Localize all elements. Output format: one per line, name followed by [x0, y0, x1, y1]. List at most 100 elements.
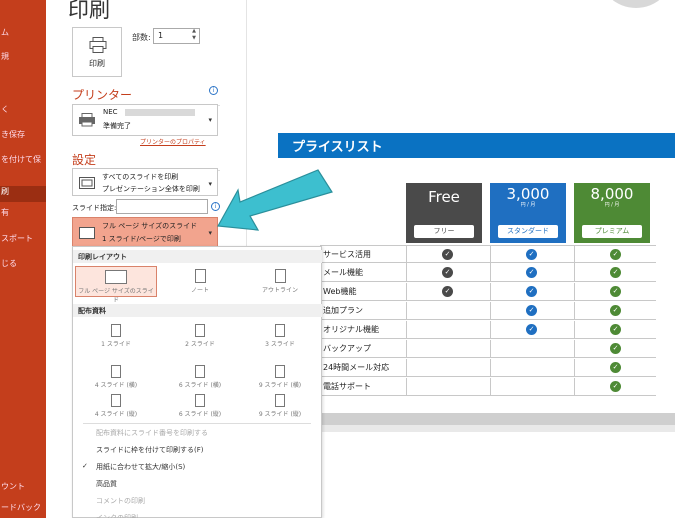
copies-spinner[interactable]: ▲ ▼	[188, 28, 200, 44]
print-layout-line2: 1 スライド/ページで印刷	[102, 235, 181, 243]
feature-label: オリジナル機能	[323, 325, 379, 334]
option-label: 6 スライド (縦)	[178, 411, 222, 418]
check-icon: ✓	[610, 267, 621, 278]
slide-spec-input[interactable]	[116, 199, 208, 214]
check-icon: ✓	[526, 324, 537, 335]
option-label: 9 スライド (縦)	[258, 411, 302, 418]
check-icon: ✓	[442, 249, 453, 260]
option-notes[interactable]: ノート	[159, 266, 241, 297]
full-page-slide-icon	[79, 227, 95, 239]
handout-option[interactable]: 9 スライド (横)	[239, 363, 321, 393]
print-button[interactable]: 印刷	[72, 27, 122, 77]
redacted-printer-name	[125, 109, 195, 116]
slide-footer-band	[268, 413, 675, 425]
menu-option-label: 用紙に合わせて拡大/縮小(S)	[96, 463, 186, 471]
handout-option[interactable]: 9 スライド (縦)	[239, 392, 321, 422]
printer-status: 準備完了	[103, 122, 131, 130]
handout-option[interactable]: 1 スライド	[75, 322, 157, 352]
table-cell: ✓	[574, 246, 656, 264]
rail-item[interactable]: く	[0, 104, 46, 120]
handout-option[interactable]: 4 スライド (縦)	[75, 392, 157, 422]
handout-option[interactable]: 6 スライド (縦)	[159, 392, 241, 422]
table-cell: ✓	[574, 283, 656, 301]
handout-option[interactable]: 6 スライド (横)	[159, 363, 241, 393]
feature-label: バックアップ	[323, 344, 371, 353]
feature-label: メール機能	[323, 268, 363, 277]
printer-properties-link[interactable]: プリンターのプロパティ	[140, 137, 206, 146]
print-button-label: 印刷	[89, 59, 105, 68]
table-cell: ✓	[574, 378, 656, 396]
check-icon: ✓	[526, 267, 537, 278]
option-label: 3 スライド	[265, 341, 295, 348]
option-label: アウトライン	[261, 287, 298, 294]
print-range-select[interactable]: すべてのスライドを印刷 プレゼンテーション全体を印刷 ▾	[72, 168, 218, 196]
plan-tag: プレミアム	[582, 225, 642, 238]
option-label: 9 スライド (横)	[258, 382, 302, 389]
check-icon: ✓	[526, 286, 537, 297]
table-cell	[490, 378, 574, 396]
check-icon: ✓	[526, 305, 537, 316]
handout-page-icon	[111, 324, 121, 337]
plan-tag: フリー	[414, 225, 474, 238]
option-label: ノート	[190, 287, 209, 294]
check-icon: ✓	[82, 462, 88, 470]
menu-option[interactable]: 配布資料にスライド番号を印刷する	[83, 428, 208, 438]
table-cell: ✓	[406, 264, 490, 282]
callout-arrow-icon	[217, 169, 333, 231]
feature-label: 追加プラン	[323, 306, 363, 315]
copies-label: 部数:	[132, 33, 151, 42]
handout-option[interactable]: 2 スライド	[159, 322, 241, 352]
printer-name: NEC	[103, 108, 118, 116]
table-cell: ✓	[574, 359, 656, 377]
rail-item[interactable]: じる	[0, 258, 46, 274]
menu-option[interactable]: インクの印刷	[83, 513, 138, 518]
printer-icon	[89, 37, 107, 53]
table-cell	[406, 359, 490, 377]
chevron-down-icon: ▾	[208, 116, 212, 124]
rail-item[interactable]	[0, 170, 46, 186]
rail-item[interactable]: き保存	[0, 129, 46, 145]
handout-page-icon	[195, 324, 205, 337]
option-label: 4 スライド (横)	[94, 382, 138, 389]
menu-option[interactable]: コメントの印刷	[83, 496, 145, 506]
info-icon[interactable]: i	[209, 86, 218, 95]
check-icon: ✓	[610, 286, 621, 297]
rail-item[interactable]: 刷	[0, 186, 46, 202]
handout-page-icon	[111, 394, 121, 407]
table-row: バックアップ ✓	[320, 340, 656, 358]
print-layout-select[interactable]: フル ページ サイズのスライド 1 スライド/ページで印刷 ▾	[72, 217, 218, 247]
table-cell: ✓	[406, 246, 490, 264]
table-row: 追加プラン ✓ ✓	[320, 302, 656, 320]
handout-option[interactable]: 3 スライド	[239, 322, 321, 352]
table-row: サービス活用 ✓ ✓ ✓	[320, 245, 656, 264]
option-full-page-slides[interactable]: フル ページ サイズのスライド	[75, 266, 157, 304]
plan-tag: スタンダード	[498, 225, 558, 238]
menu-header-handouts: 配布資料	[73, 304, 322, 317]
handout-option[interactable]: 4 スライド (横)	[75, 363, 157, 393]
plan-price-unit: 円 / 月	[520, 202, 536, 208]
feature-label: 24時間メール対応	[323, 363, 390, 372]
rail-item[interactable]: スポート	[0, 233, 46, 249]
table-row: Web機能 ✓ ✓ ✓	[320, 283, 656, 301]
rail-item[interactable]: ウント	[0, 481, 46, 497]
outline-page-icon	[274, 269, 286, 283]
table-cell: ✓	[574, 302, 656, 320]
table-cell: ✓	[574, 340, 656, 358]
backstage-nav: ム規くき保存を付けて保刷有スポートじるウントードバック	[0, 0, 46, 518]
menu-option[interactable]: 高品質	[83, 479, 117, 489]
rail-item[interactable]: を付けて保	[0, 154, 46, 170]
rail-item[interactable]: ードバック	[0, 502, 46, 518]
printer-select[interactable]: NEC 準備完了 ▾	[72, 104, 218, 136]
rail-item[interactable]	[0, 77, 46, 93]
option-label: 1 スライド	[101, 341, 131, 348]
rail-item[interactable]: 有	[0, 207, 46, 223]
feature-label: 電話サポート	[323, 382, 371, 391]
slide-spec-label: スライド指定:	[72, 204, 117, 212]
option-outline[interactable]: アウトライン	[239, 266, 321, 297]
check-icon: ✓	[442, 267, 453, 278]
menu-option[interactable]: スライドに枠を付けて印刷する(F)	[83, 445, 204, 455]
menu-option[interactable]: ✓ 用紙に合わせて拡大/縮小(S)	[82, 462, 186, 472]
plan-card: 8,000 円 / 月プレミアム	[574, 183, 650, 243]
rail-item[interactable]: 規	[0, 51, 46, 67]
rail-item[interactable]: ム	[0, 27, 46, 43]
